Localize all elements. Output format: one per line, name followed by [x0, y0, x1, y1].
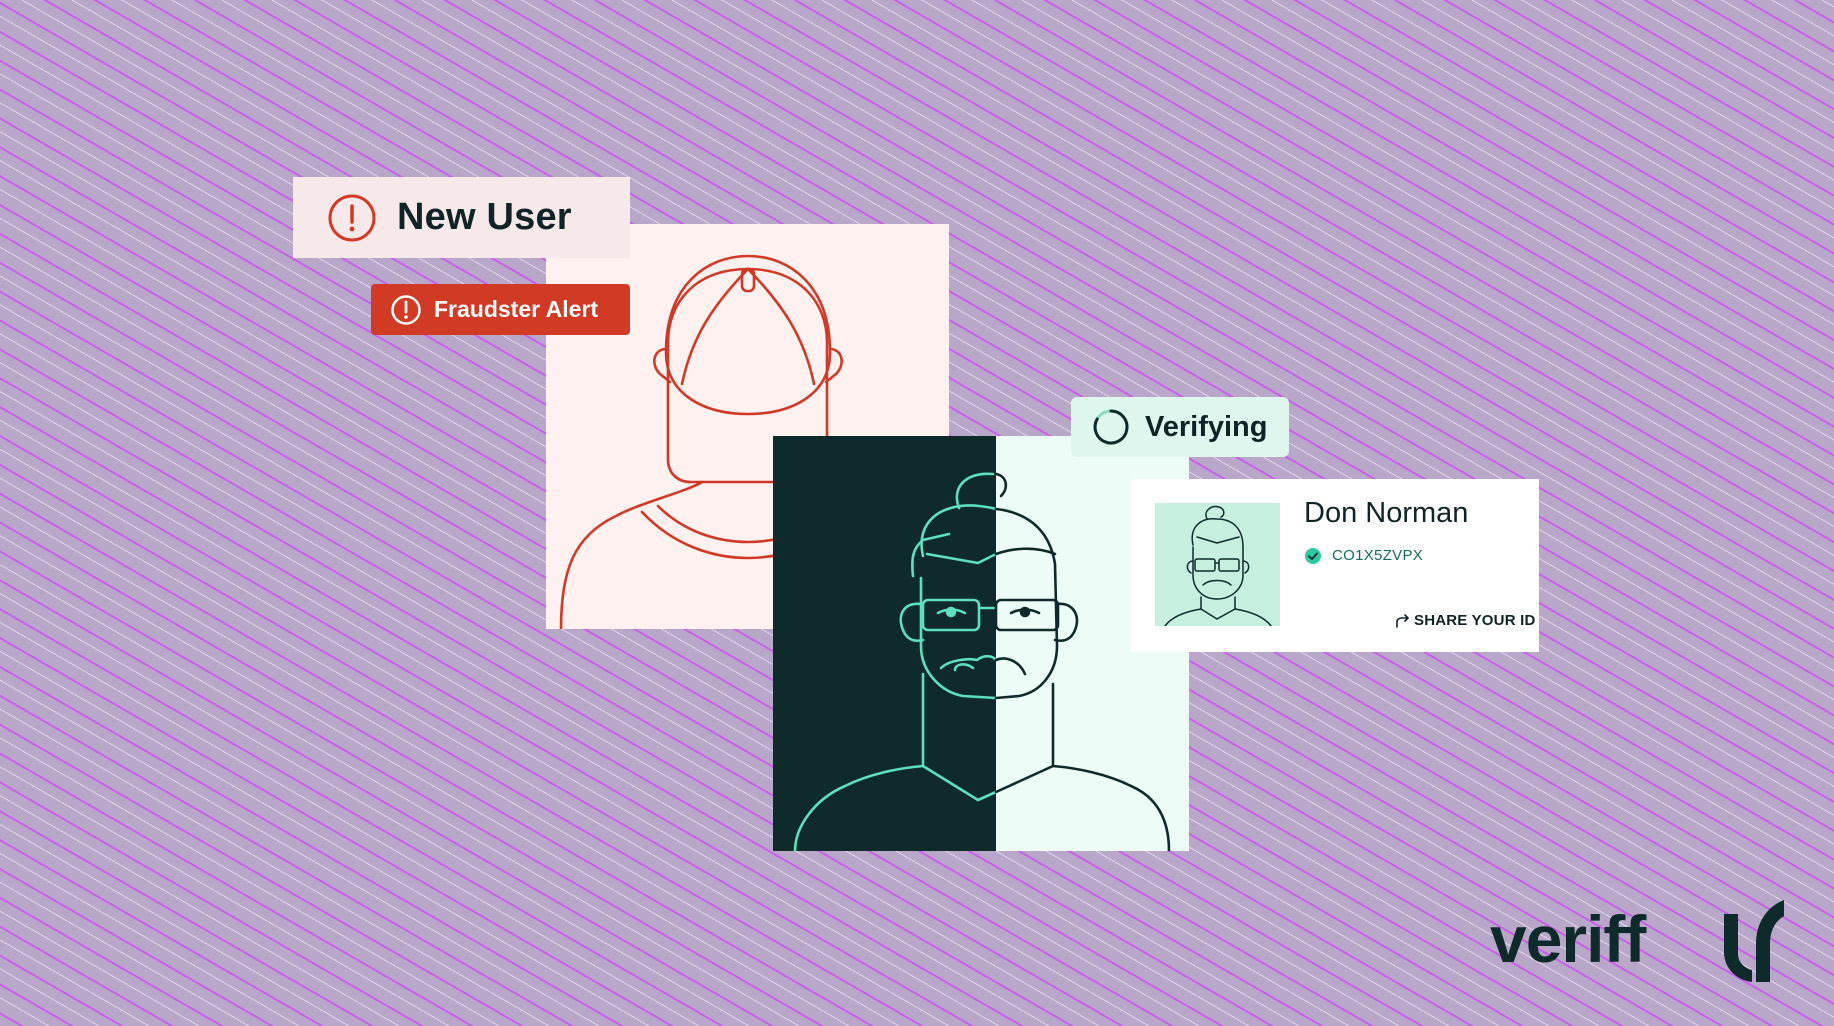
man-with-glasses-illustration — [793, 472, 1171, 851]
verified-user-portrait — [773, 436, 1189, 851]
alert-circle-icon — [328, 194, 376, 241]
veriff-logo: veriff — [1490, 898, 1790, 988]
id-photo — [1155, 503, 1280, 626]
id-code: CO1X5ZVPX — [1332, 547, 1424, 564]
fraudster-alert-badge: Fraudster Alert — [371, 284, 630, 335]
new-user-card: New User — [293, 177, 630, 258]
verification-illustration: { "new_user_card": { "title": "New User"… — [0, 0, 1834, 1026]
verifying-label: Verifying — [1145, 410, 1268, 443]
verified-id-card: Don Norman CO1X5ZVPX SHARE YOUR ID — [1131, 479, 1539, 652]
fraudster-alert-label: Fraudster Alert — [434, 296, 599, 322]
verified-check-icon — [1305, 548, 1321, 564]
veriff-wordmark: veriff — [1490, 902, 1646, 976]
verifying-status-badge: Verifying — [1071, 397, 1289, 457]
id-holder-name: Don Norman — [1304, 497, 1469, 529]
spinner-icon — [1093, 409, 1129, 445]
veriff-v-logo-icon — [1724, 900, 1784, 982]
alert-circle-icon — [391, 294, 421, 325]
share-id-button[interactable]: SHARE YOUR ID — [1414, 612, 1536, 629]
new-user-title: New User — [397, 196, 572, 238]
share-arrow-icon[interactable] — [1395, 614, 1411, 628]
id-photo-avatar — [1164, 505, 1272, 626]
